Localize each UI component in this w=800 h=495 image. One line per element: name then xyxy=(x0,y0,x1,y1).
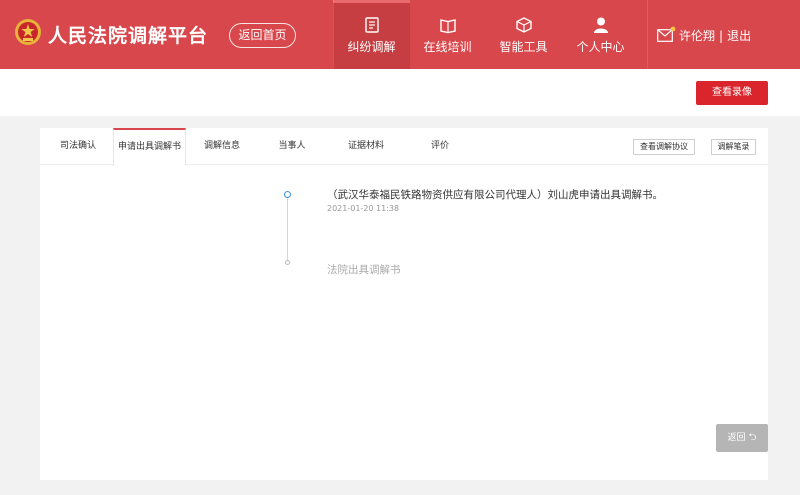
user-icon xyxy=(593,17,608,33)
view-agreement-button[interactable]: 查看调解协议 xyxy=(633,139,695,155)
mail-icon[interactable] xyxy=(657,26,676,42)
case-panel: 司法确认 申请出具调解书 调解信息 当事人 证据材料 评价 查看调解协议 调解笔… xyxy=(40,128,768,480)
back-home-button[interactable]: 返回首页 xyxy=(229,23,296,48)
nav-label: 纠纷调解 xyxy=(347,40,396,54)
user-separator: | xyxy=(719,28,724,43)
view-video-button[interactable]: 查看录像 xyxy=(696,81,768,105)
main-nav: 纠纷调解 在线培训 智能工具 个人中心 xyxy=(333,0,639,69)
court-emblem-icon xyxy=(15,19,41,45)
mediation-notes-button[interactable]: 调解笔录 xyxy=(711,139,756,155)
cube-icon xyxy=(515,17,532,33)
nav-personal-center[interactable]: 个人中心 xyxy=(562,0,639,69)
platform-title: 人民法院调解平台 xyxy=(48,25,209,47)
book-icon xyxy=(439,19,456,34)
tab-judicial-confirmation[interactable]: 司法确认 xyxy=(48,128,108,165)
tab-evaluation[interactable]: 评价 xyxy=(410,128,470,165)
timeline-line xyxy=(287,194,288,262)
nav-label: 智能工具 xyxy=(499,40,548,54)
nav-label: 在线培训 xyxy=(423,40,472,54)
nav-online-training[interactable]: 在线培训 xyxy=(410,0,485,69)
user-name-link[interactable]: 许伦翔 xyxy=(679,27,715,44)
return-arrow-icon: ⮌ xyxy=(748,432,757,443)
tab-parties[interactable]: 当事人 xyxy=(262,128,322,165)
nav-label: 个人中心 xyxy=(576,40,625,54)
timeline-item-text: 法院出具调解书 xyxy=(327,264,401,276)
case-tabs: 司法确认 申请出具调解书 调解信息 当事人 证据材料 评价 查看调解协议 调解笔… xyxy=(40,128,768,166)
back-button-label: 返回 xyxy=(727,433,746,443)
back-button[interactable]: 返回 ⮌ xyxy=(716,424,768,452)
nav-dispute-mediation[interactable]: 纠纷调解 xyxy=(333,0,410,69)
tab-apply-mediation-document[interactable]: 申请出具调解书 xyxy=(113,128,186,166)
nav-divider xyxy=(647,0,648,69)
timeline-dot-pending xyxy=(285,260,290,265)
top-header: 人民法院调解平台 返回首页 纠纷调解 在线培训 智能工具 个人中心 许伦翔 | … xyxy=(0,0,800,69)
timeline-dot-active xyxy=(284,191,291,198)
logout-link[interactable]: 退出 xyxy=(727,27,751,44)
nav-smart-tools[interactable]: 智能工具 xyxy=(485,0,562,69)
timeline-item-text: （武汉华泰福民铁路物资供应有限公司代理人）刘山虎申请出具调解书。 xyxy=(327,189,663,201)
tab-mediation-info[interactable]: 调解信息 xyxy=(192,128,252,165)
timeline-item-time: 2021-01-20 11:38 xyxy=(327,204,400,213)
nav-divider xyxy=(333,0,334,69)
user-area: 许伦翔 | 退出 xyxy=(657,26,751,44)
document-edit-icon xyxy=(364,17,379,33)
toolbar: 查看录像 xyxy=(0,69,800,116)
tab-evidence[interactable]: 证据材料 xyxy=(336,128,396,165)
